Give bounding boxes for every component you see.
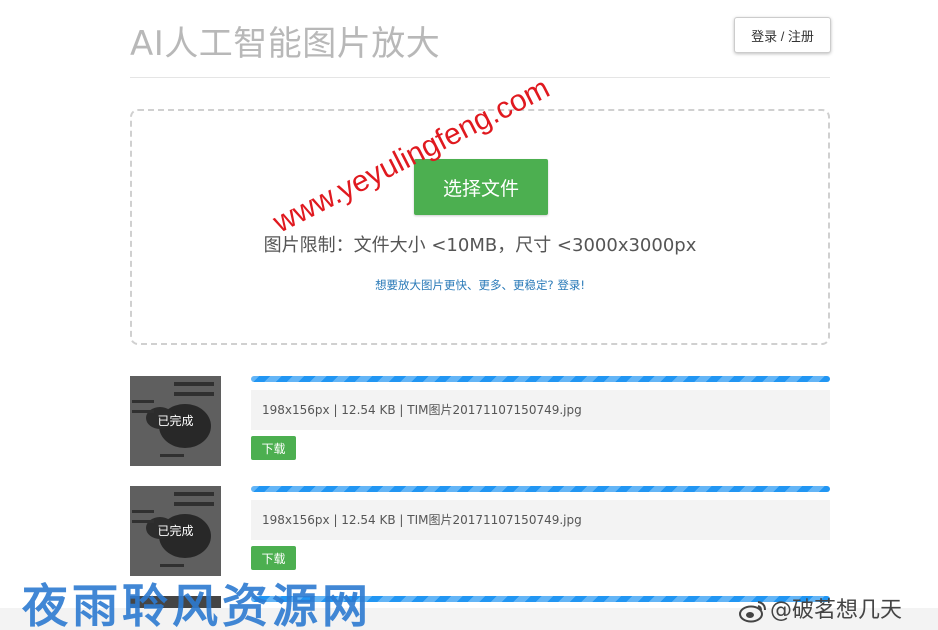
job-item: 已完成 198x156px | 12.54 KB | TIM图片20171107… xyxy=(130,376,830,468)
job-progress-bar xyxy=(251,376,830,382)
job-status-label: 已完成 xyxy=(157,524,194,538)
login-register-button[interactable]: 登录 / 注册 xyxy=(734,17,831,53)
page-title: AI人工智能图片放大 xyxy=(130,24,441,64)
job-thumbnail: 已完成 xyxy=(130,486,221,576)
job-thumbnail: 已完成 xyxy=(130,376,221,466)
job-progress-bar xyxy=(251,596,830,602)
job-thumbnail xyxy=(130,596,221,608)
job-item: 已完成 198x156px | 12.54 KB | TIM图片20171107… xyxy=(130,486,830,578)
job-item-partial xyxy=(130,596,830,608)
login-hint-link[interactable]: 想要放大图片更快、更多、更稳定? 登录! xyxy=(132,277,828,293)
job-status-label: 已完成 xyxy=(157,414,194,428)
upload-dropzone[interactable]: 选择文件 图片限制：文件大小 <10MB，尺寸 <3000x3000px 想要放… xyxy=(130,109,830,345)
upload-limit-text: 图片限制：文件大小 <10MB，尺寸 <3000x3000px xyxy=(263,235,697,256)
page-bottom-band xyxy=(0,608,938,630)
job-progress-bar xyxy=(251,486,830,492)
page-header: AI人工智能图片放大 登录 / 注册 xyxy=(130,0,831,78)
job-file-info: 198x156px | 12.54 KB | TIM图片201711071507… xyxy=(251,500,830,540)
job-file-info: 198x156px | 12.54 KB | TIM图片201711071507… xyxy=(251,390,830,430)
select-file-button[interactable]: 选择文件 xyxy=(414,159,548,215)
download-button[interactable]: 下载 xyxy=(251,436,296,460)
download-button[interactable]: 下载 xyxy=(251,546,296,570)
